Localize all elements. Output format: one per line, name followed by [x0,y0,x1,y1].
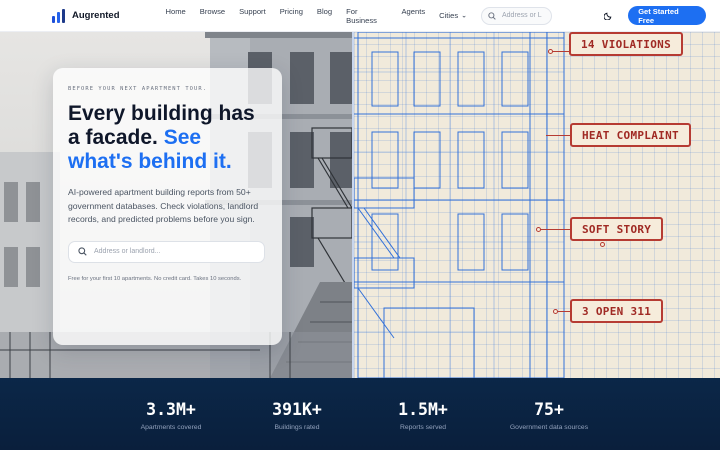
stat-value: 391K+ [272,400,322,419]
logo[interactable]: Augrented [52,8,120,23]
nav-cities-label: Cities [439,11,459,20]
hero-headline: Every building has a facade. See what's … [68,102,267,174]
hero-section: 14 VIOLATIONS HEAT COMPLAINT SOFT STORY … [0,32,720,378]
get-started-button[interactable]: Get Started Free [628,6,706,25]
hero-description: AI-powered apartment building reports fr… [68,187,259,224]
stat-value: 1.5M+ [398,400,448,419]
top-nav: Augrented Home Browse Support Pricing Bl… [0,0,720,32]
tag-connector [552,51,570,52]
tag-marker [600,242,605,247]
tag-connector [558,311,570,312]
nav-search-input[interactable]: Address or L [481,6,553,25]
heat-complaint-tag: HEAT COMPLAINT [570,123,691,147]
stat-label: Apartments covered [140,424,202,431]
nav-link-browse[interactable]: Browse [200,7,225,25]
tag-connector [546,135,570,136]
hero-search-input[interactable]: Address or landlord... [68,240,265,263]
nav-link-blog[interactable]: Blog [317,7,332,25]
tag-marker [536,227,541,232]
stat-label: Reports served [399,424,447,431]
hero-card: BEFORE YOUR NEXT APARTMENT TOUR. Every b… [53,68,282,345]
logo-text: Augrented [72,10,120,21]
chevron-down-icon: ⌄ [461,12,467,19]
hero-search-placeholder: Address or landlord... [94,248,161,255]
blueprint-illustration [353,32,565,378]
nav-link-home[interactable]: Home [166,7,186,25]
nav-link-agents[interactable]: Agents [401,7,425,25]
stat-apartments: 3.3M+ Apartments covered [111,400,231,431]
stat-value: 3.3M+ [146,400,196,419]
hero-eyebrow: BEFORE YOUR NEXT APARTMENT TOUR. [68,86,208,92]
logo-icon [52,8,66,23]
nav-cities-dropdown[interactable]: Cities ⌄ [439,7,467,25]
hero-fine-print: Free for your first 10 apartments. No cr… [68,275,242,282]
stat-label: Buildings rated [274,424,320,431]
soft-story-tag: SOFT STORY [570,217,664,241]
blueprint-overlay [353,32,720,378]
nav-search-placeholder: Address or L [502,12,542,19]
stat-reports: 1.5M+ Reports served [363,400,483,431]
stat-buildings: 391K+ Buildings rated [237,400,357,431]
tag-connector [540,229,570,230]
stats-bar: 3.3M+ Apartments covered 391K+ Buildings… [0,378,720,450]
stat-data-sources: 75+ Government data sources [489,400,609,431]
search-icon [488,11,496,20]
nav-link-for-business[interactable]: For Business [346,7,387,25]
search-icon [78,247,87,256]
stat-label: Government data sources [509,424,589,431]
stat-value: 75+ [534,400,564,419]
nav-link-support[interactable]: Support [239,7,266,25]
nav-links: Home Browse Support Pricing Blog For Bus… [166,7,468,25]
moon-icon [603,12,612,20]
nav-link-pricing[interactable]: Pricing [280,7,303,25]
violations-tag: 14 VIOLATIONS [569,32,683,56]
tag-marker [548,49,553,54]
headline-main: Every building has a facade. [68,102,255,149]
tag-marker [553,309,558,314]
dark-mode-toggle[interactable] [600,8,616,24]
open-311-tag: 3 OPEN 311 [570,299,664,323]
